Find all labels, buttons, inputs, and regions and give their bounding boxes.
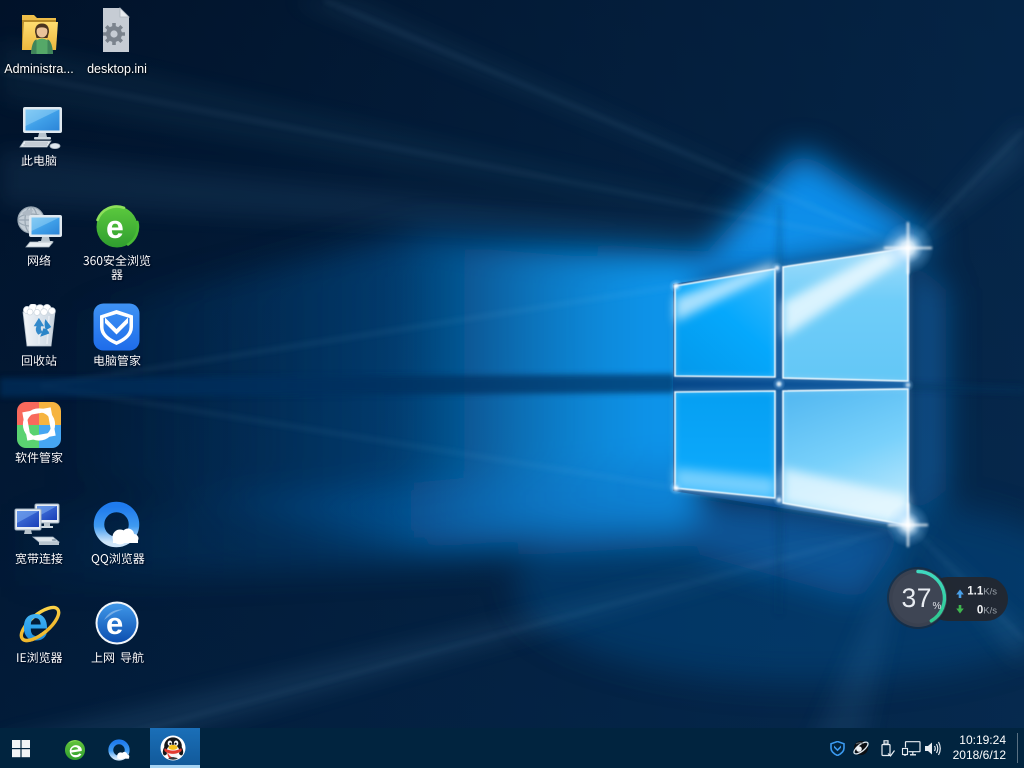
svg-text:%: % (933, 601, 942, 612)
svg-text:1.1K/s: 1.1K/s (967, 586, 997, 598)
svg-text:0K/s: 0K/s (977, 605, 997, 617)
svg-text:37: 37 (902, 583, 932, 613)
svg-text:e: e (106, 209, 124, 245)
